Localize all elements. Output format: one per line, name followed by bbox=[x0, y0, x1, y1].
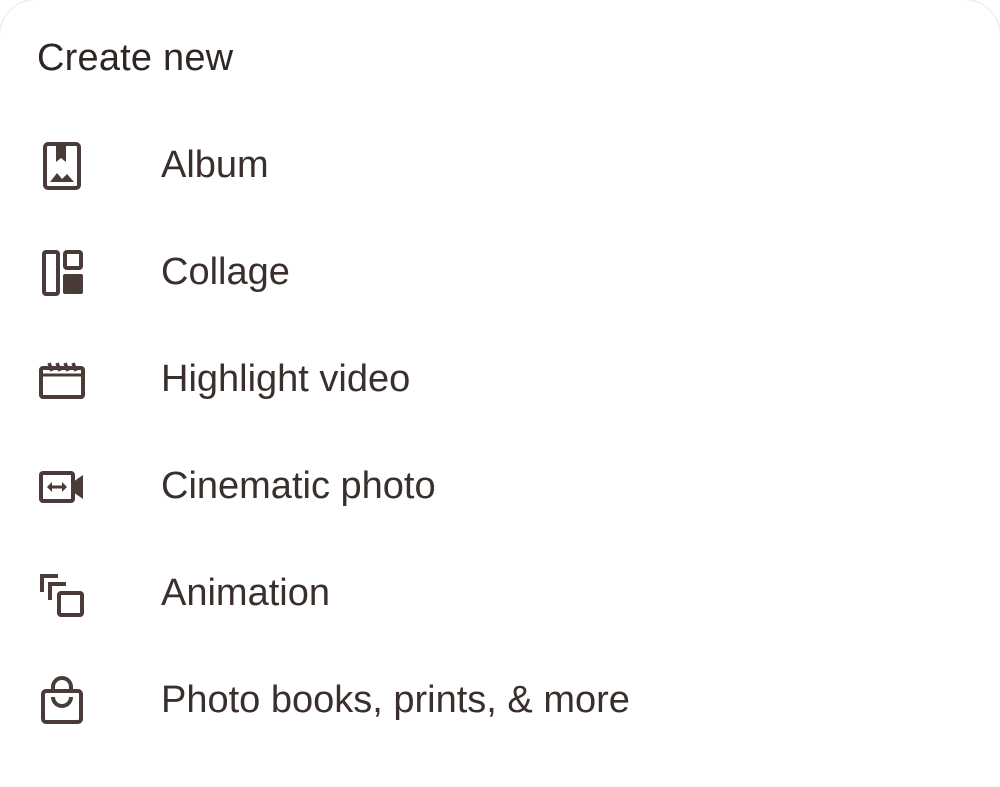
animation-icon bbox=[36, 568, 88, 620]
menu-item-label: Animation bbox=[161, 572, 330, 614]
menu-item-animation[interactable]: Animation bbox=[0, 542, 1000, 642]
menu-item-label: Highlight video bbox=[161, 358, 411, 400]
collage-icon bbox=[36, 247, 88, 299]
menu-item-cinematic-photo[interactable]: Cinematic photo bbox=[0, 435, 1000, 535]
album-icon bbox=[36, 140, 88, 192]
sheet-title: Create new bbox=[37, 37, 234, 79]
menu-item-label: Photo books, prints, & more bbox=[161, 679, 630, 721]
cinematic-photo-icon bbox=[36, 461, 88, 513]
menu-item-label: Cinematic photo bbox=[161, 465, 436, 507]
shopping-bag-icon bbox=[36, 675, 88, 727]
menu-item-label: Album bbox=[161, 144, 269, 186]
menu-item-collage[interactable]: Collage bbox=[0, 221, 1000, 321]
menu-item-photo-books-prints[interactable]: Photo books, prints, & more bbox=[0, 649, 1000, 749]
create-new-sheet: Create new Album Collage Highlight video… bbox=[0, 0, 1000, 787]
menu-item-album[interactable]: Album bbox=[0, 114, 1000, 214]
menu-item-highlight-video[interactable]: Highlight video bbox=[0, 328, 1000, 428]
menu-item-label: Collage bbox=[161, 251, 290, 293]
highlight-video-icon bbox=[36, 354, 88, 406]
